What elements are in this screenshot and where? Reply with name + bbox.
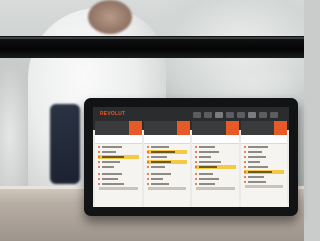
ticket-info xyxy=(192,135,239,144)
ticket-header xyxy=(192,121,239,135)
ticket-divider xyxy=(196,187,235,190)
ticket-status-tag[interactable] xyxy=(177,121,190,135)
ticket-item[interactable] xyxy=(195,145,236,149)
ticket-item[interactable] xyxy=(195,177,236,181)
ticket-item[interactable] xyxy=(243,165,285,169)
ticket-item[interactable] xyxy=(243,145,285,149)
order-tab[interactable] xyxy=(248,112,256,118)
order-tab[interactable] xyxy=(193,112,201,118)
background-light xyxy=(200,62,304,102)
ticket-item[interactable] xyxy=(146,172,188,176)
tablet-device: REVOLUT xyxy=(84,98,298,216)
ticket-item[interactable] xyxy=(146,155,188,159)
ticket-status-tag[interactable] xyxy=(128,121,142,135)
order-tabs xyxy=(193,112,278,118)
ticket-item[interactable] xyxy=(195,160,236,164)
ticket-board xyxy=(95,121,287,207)
ticket-header xyxy=(95,121,142,135)
order-tab[interactable] xyxy=(237,112,245,118)
ticket-item[interactable] xyxy=(98,160,139,164)
ticket-item[interactable] xyxy=(98,172,139,176)
ticket-divider xyxy=(99,187,138,190)
kitchen-display-screen: REVOLUT xyxy=(93,107,289,207)
ticket-status-tag[interactable] xyxy=(274,121,287,135)
ticket-item[interactable] xyxy=(243,160,285,164)
ticket-column[interactable] xyxy=(192,121,239,207)
ticket-item-highlighted[interactable] xyxy=(146,150,187,154)
order-tab[interactable] xyxy=(204,112,212,118)
ticket-item[interactable] xyxy=(146,145,188,149)
ticket-column[interactable] xyxy=(143,121,190,207)
ticket-item[interactable] xyxy=(146,177,188,181)
ticket-info xyxy=(143,135,190,144)
ticket-column[interactable] xyxy=(95,121,142,207)
order-tab[interactable] xyxy=(270,112,278,118)
pass-shelf xyxy=(0,36,304,58)
order-tab[interactable] xyxy=(259,112,267,118)
ticket-info xyxy=(240,135,287,144)
ticket-item[interactable] xyxy=(243,150,285,154)
ticket-item-highlighted[interactable] xyxy=(98,155,139,159)
ticket-item[interactable] xyxy=(146,182,188,186)
ticket-item[interactable] xyxy=(195,182,236,186)
order-tab[interactable] xyxy=(226,112,234,118)
ticket-header xyxy=(240,121,287,135)
ticket-item[interactable] xyxy=(195,172,236,176)
ticket-item-highlighted[interactable] xyxy=(243,170,284,174)
ticket-header xyxy=(143,121,190,135)
order-tab[interactable] xyxy=(215,112,223,118)
ticket-item[interactable] xyxy=(195,155,236,159)
ticket-item[interactable] xyxy=(243,180,285,184)
chef-apron xyxy=(50,104,80,184)
ticket-status-tag[interactable] xyxy=(225,121,239,135)
ticket-item-highlighted[interactable] xyxy=(146,160,187,164)
ticket-column[interactable] xyxy=(240,121,287,207)
ticket-item[interactable] xyxy=(195,150,236,154)
ticket-item[interactable] xyxy=(98,150,139,154)
shelf-highlight xyxy=(0,37,304,39)
ticket-info xyxy=(95,135,142,144)
brand-logo: REVOLUT xyxy=(100,111,126,117)
chef-head xyxy=(88,0,132,34)
ticket-item[interactable] xyxy=(98,182,139,186)
ticket-item[interactable] xyxy=(243,175,285,179)
ticket-item[interactable] xyxy=(243,155,285,159)
ticket-item[interactable] xyxy=(98,145,139,149)
ticket-divider xyxy=(147,187,186,190)
ticket-item[interactable] xyxy=(98,177,139,181)
ticket-divider xyxy=(244,185,283,188)
